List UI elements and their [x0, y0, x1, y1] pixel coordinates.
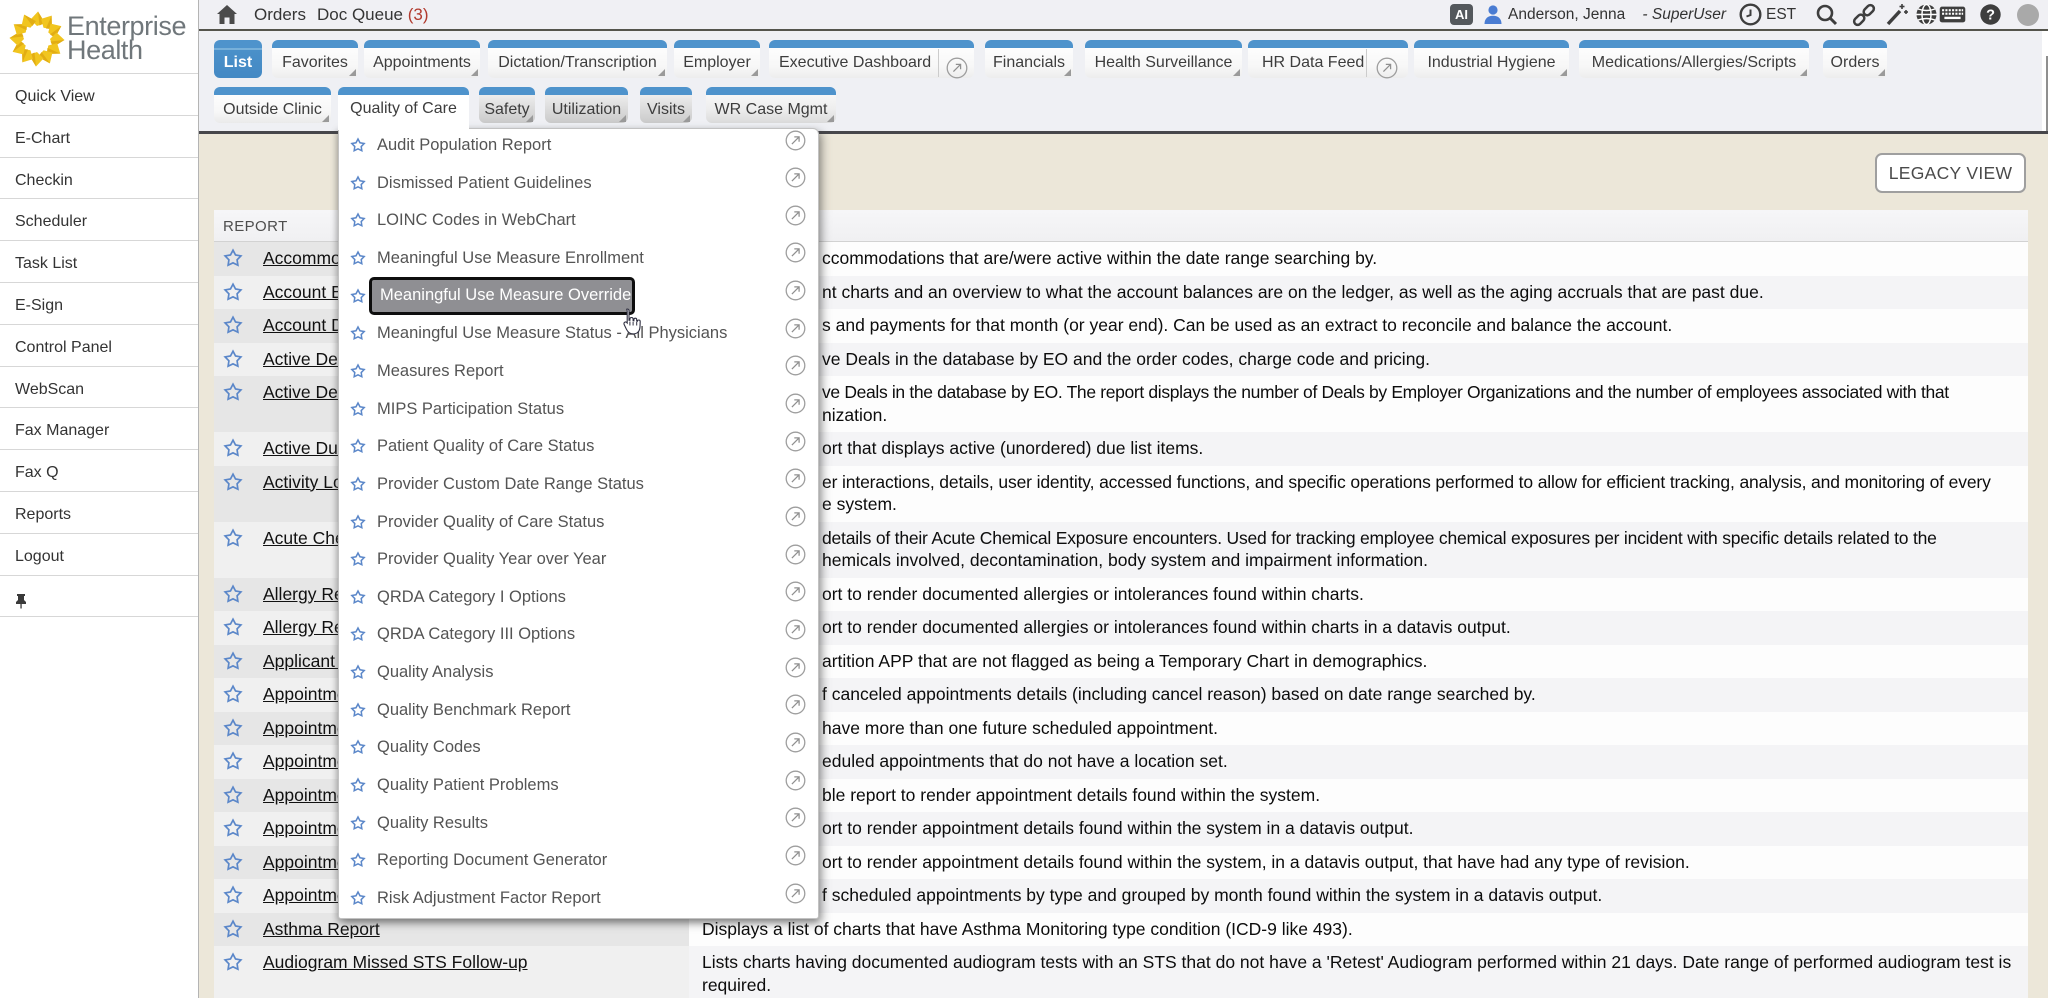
svg-text:?: ?	[1986, 8, 1995, 24]
